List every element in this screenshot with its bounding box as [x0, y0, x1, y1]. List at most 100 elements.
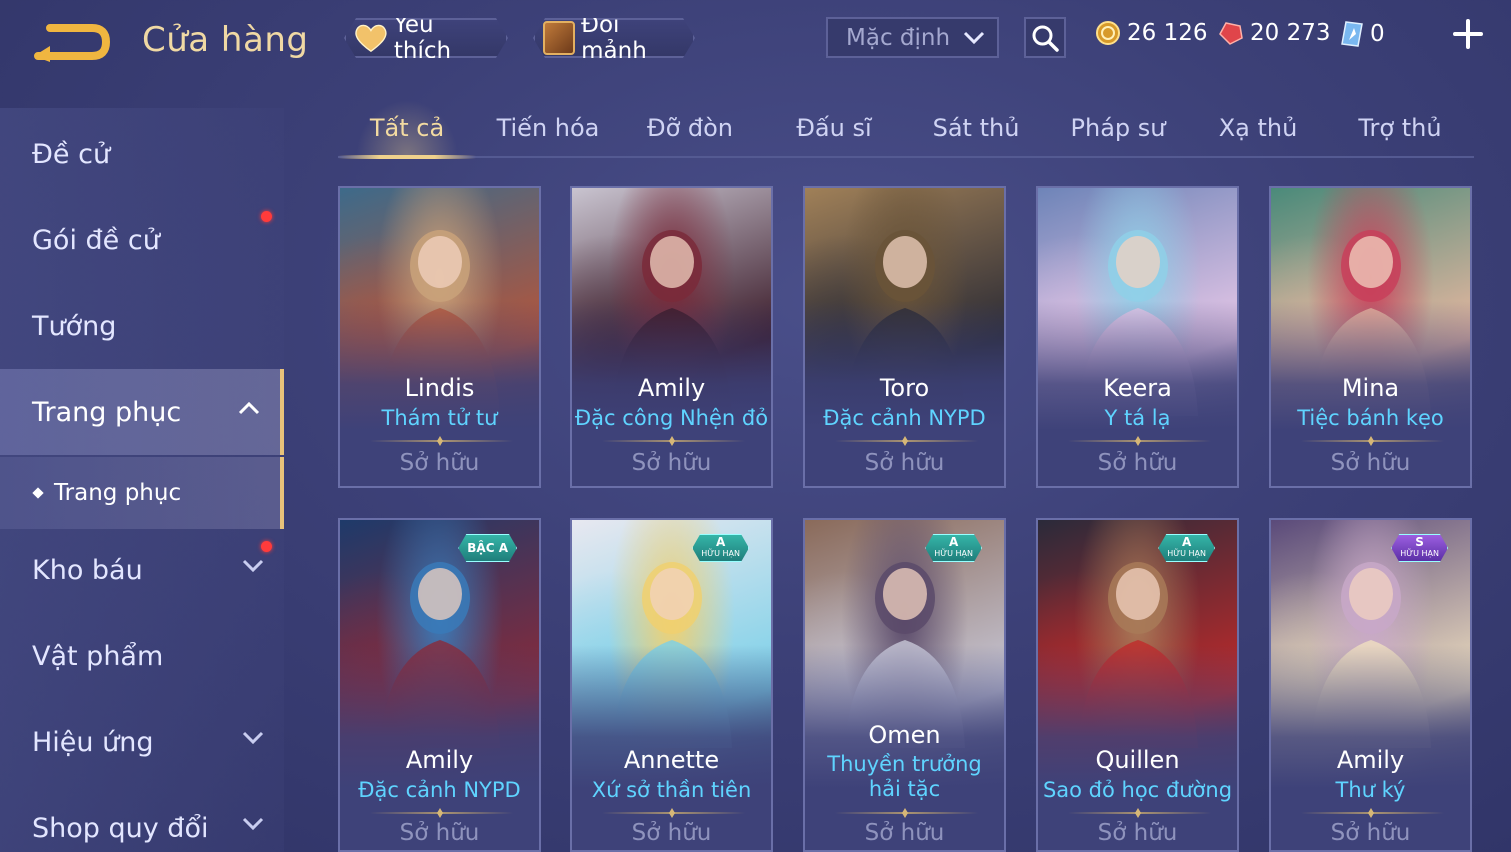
- tab-mage[interactable]: Pháp sư: [1050, 114, 1186, 156]
- shard-exchange-label: Đổi mảnh: [581, 12, 647, 64]
- sidebar-item-effects[interactable]: Hiệu ứng: [0, 699, 284, 785]
- role-tabs: Tất cả Tiến hóa Đỡ đòn Đấu sĩ Sát thủ Ph…: [338, 100, 1474, 159]
- rarity-badge-sublabel: HỮU HẠN: [1400, 549, 1439, 558]
- ownership-status: Sở hữu: [1097, 820, 1178, 846]
- ownership-status: Sở hữu: [1097, 450, 1178, 476]
- rarity-badge-sublabel: HỮU HẠN: [934, 549, 973, 558]
- favorite-label: Yêu thích: [393, 12, 452, 64]
- sidebar: Đề cử Gói đề cử Tướng Trang phục Trang p…: [0, 108, 284, 852]
- rarity-badge: A HỮU HẠN: [925, 534, 982, 562]
- card-divider: [1068, 440, 1211, 442]
- search-icon: [1032, 25, 1059, 52]
- skin-card[interactable]: A HỮU HẠN Omen Thuyền trưởng hải tặc Sở hữu: [803, 518, 1006, 852]
- rarity-badge-label: A: [715, 535, 726, 549]
- skin-name: Thuyền trưởng hải tặc: [827, 752, 982, 801]
- sidebar-item-recommended[interactable]: Đề cử: [0, 111, 284, 197]
- sidebar-item-exchange-shop[interactable]: Shop quy đổi: [0, 785, 284, 852]
- voucher-card-icon: [1341, 21, 1363, 47]
- skin-card[interactable]: Toro Đặc cảnh NYPD Sở hữu: [803, 186, 1006, 488]
- chevron-up-icon: [238, 401, 260, 415]
- ruby-amount: 20 273: [1250, 20, 1331, 46]
- notification-dot: [261, 211, 272, 222]
- skin-name: Đặc cảnh NYPD: [823, 406, 986, 430]
- tab-support[interactable]: Trợ thủ: [1332, 114, 1468, 156]
- skin-card[interactable]: Amily Đặc công Nhện đỏ Sở hữu: [570, 186, 773, 488]
- sidebar-subitem-label: Trang phục: [54, 480, 182, 506]
- skin-name: Sao đỏ học đường: [1042, 778, 1233, 802]
- rarity-badge-label: A: [948, 535, 959, 549]
- ruby-currency: 20 273: [1218, 20, 1330, 46]
- plus-icon[interactable]: [1452, 18, 1484, 50]
- favorite-button[interactable]: Yêu thích: [344, 18, 508, 58]
- skin-name: Tiệc bánh kẹo: [1297, 406, 1444, 430]
- sidebar-item-heroes[interactable]: Tướng: [0, 283, 284, 369]
- voucher-amount: 0: [1370, 21, 1385, 47]
- gold-coin-icon: [1096, 21, 1120, 45]
- active-tab-underline: [338, 155, 476, 159]
- diamond-bullet-icon: [32, 487, 44, 499]
- ownership-status: Sở hữu: [1330, 450, 1411, 476]
- skin-card[interactable]: Mina Tiệc bánh kẹo Sở hữu: [1269, 186, 1472, 488]
- hero-name: Mina: [1341, 374, 1400, 402]
- tab-marksman[interactable]: Xạ thủ: [1190, 114, 1326, 156]
- card-divider: [370, 440, 513, 442]
- card-divider: [835, 440, 978, 442]
- rarity-badge: BẬC A: [458, 534, 517, 562]
- ownership-status: Sở hữu: [631, 450, 712, 476]
- sidebar-item-treasure[interactable]: Kho báu: [0, 527, 284, 613]
- shard-exchange-button[interactable]: Đổi mảnh: [533, 18, 695, 58]
- notification-dot: [261, 541, 272, 552]
- back-arrow-icon[interactable]: [30, 18, 112, 66]
- top-bar: Cửa hàng Yêu thích Đổi mảnh Mặc định 26 …: [0, 0, 1511, 80]
- skin-name: Thám tử tư: [381, 406, 498, 430]
- rarity-badge-label: BẬC A: [467, 540, 508, 555]
- card-divider: [370, 812, 513, 814]
- tab-assassin[interactable]: Sát thủ: [908, 114, 1044, 156]
- hero-name: Amily: [637, 374, 706, 402]
- rarity-badge: S HỮU HẠN: [1391, 534, 1448, 562]
- sidebar-item-skins[interactable]: Trang phục: [0, 369, 284, 455]
- skin-name: Đặc công Nhện đỏ: [574, 406, 769, 430]
- hero-name: Lindis: [404, 374, 475, 402]
- rarity-badge: A HỮU HẠN: [692, 534, 749, 562]
- sidebar-item-label: Hiệu ứng: [32, 726, 154, 758]
- sort-dropdown[interactable]: Mặc định: [826, 17, 999, 58]
- hero-name: Quillen: [1095, 746, 1180, 774]
- hero-name: Amily: [1336, 746, 1405, 774]
- sidebar-item-label: Shop quy đổi: [32, 812, 209, 844]
- sidebar-item-label: Kho báu: [32, 554, 143, 586]
- rarity-badge-sublabel: HỮU HẠN: [701, 549, 740, 558]
- ownership-status: Sở hữu: [1330, 820, 1411, 846]
- tab-fighter[interactable]: Đấu sĩ: [766, 114, 902, 156]
- card-divider: [1301, 440, 1444, 442]
- sidebar-item-items[interactable]: Vật phẩm: [0, 613, 284, 699]
- tab-evolution[interactable]: Tiến hóa: [480, 114, 616, 156]
- sidebar-item-recommended-bundles[interactable]: Gói đề cử: [0, 197, 284, 283]
- skin-name: Đặc cảnh NYPD: [358, 778, 521, 802]
- sidebar-subitem-skins[interactable]: Trang phục: [0, 457, 284, 529]
- hero-name: Omen: [868, 721, 941, 749]
- skin-card[interactable]: BẬC A Amily Đặc cảnh NYPD Sở hữu: [338, 518, 541, 852]
- skin-card[interactable]: Lindis Thám tử tư Sở hữu: [338, 186, 541, 488]
- ownership-status: Sở hữu: [864, 820, 945, 846]
- skin-name: Xứ sở thần tiên: [591, 778, 752, 802]
- tab-all[interactable]: Tất cả: [338, 114, 476, 156]
- chevron-down-icon: [242, 817, 264, 831]
- gold-amount: 26 126: [1127, 20, 1208, 46]
- skin-card[interactable]: A HỮU HẠN Quillen Sao đỏ học đường Sở hữu: [1036, 518, 1239, 852]
- skin-name: Thư ký: [1335, 778, 1406, 802]
- skin-card[interactable]: S HỮU HẠN Amily Thư ký Sở hữu: [1269, 518, 1472, 852]
- card-divider: [1301, 812, 1444, 814]
- sidebar-item-label: Vật phẩm: [32, 640, 164, 672]
- sidebar-item-label: Tướng: [32, 310, 117, 342]
- card-divider: [602, 440, 745, 442]
- gold-currency: 26 126: [1095, 20, 1207, 46]
- tab-tank[interactable]: Đỡ đòn: [622, 114, 758, 156]
- ownership-status: Sở hữu: [631, 820, 712, 846]
- skin-card[interactable]: Keera Y tá lạ Sở hữu: [1036, 186, 1239, 488]
- ownership-status: Sở hữu: [399, 820, 480, 846]
- skin-card[interactable]: A HỮU HẠN Annette Xứ sở thần tiên Sở hữu: [570, 518, 773, 852]
- ruby-gem-icon: [1219, 22, 1243, 45]
- search-button[interactable]: [1024, 17, 1066, 58]
- hero-name: Annette: [623, 746, 720, 774]
